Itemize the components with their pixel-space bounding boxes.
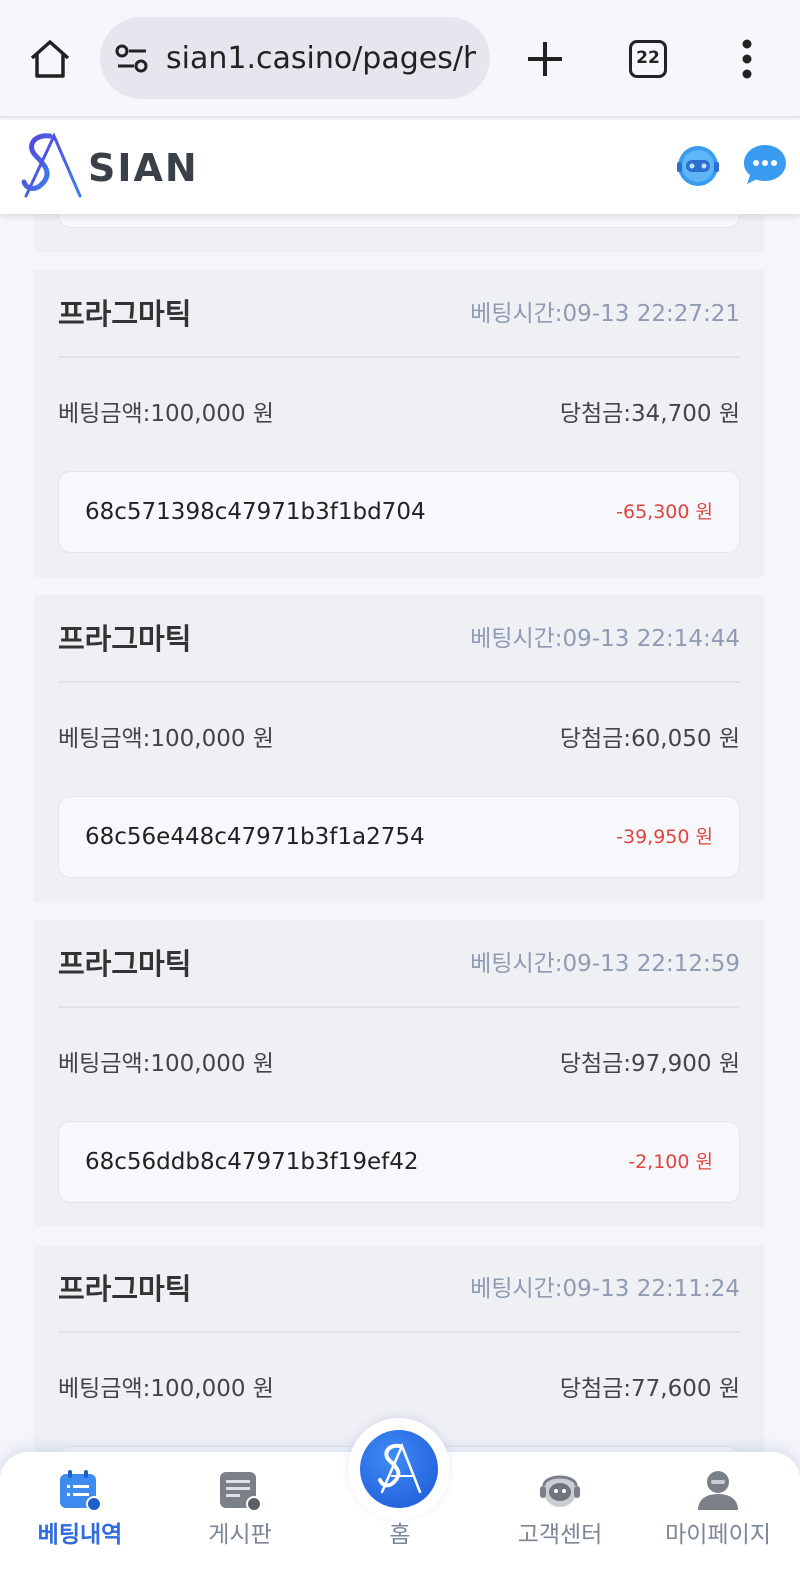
sian-logo-icon[interactable]	[20, 130, 84, 202]
transaction-box: 68c571398c47971b3f1bd704 -65,300 원	[58, 471, 740, 553]
betting-history-list[interactable]: 프라그마틱 베팅시간:09-13 22:27:21 베팅금액:100,000 원…	[0, 214, 800, 1454]
nav-item-betting-history[interactable]: 베팅내역	[10, 1452, 150, 1572]
home-button[interactable]	[348, 1418, 450, 1520]
win-amount: 당첨금:60,050 원	[559, 726, 740, 752]
my-page-icon	[696, 1468, 740, 1512]
bet-card[interactable]: 프라그마틱 베팅시간:09-13 22:12:59 베팅금액:100,000 원…	[34, 920, 764, 1227]
browser-home-icon[interactable]	[28, 38, 72, 80]
profit-loss: -65,300 원	[616, 501, 713, 523]
customer-center-icon	[538, 1468, 582, 1512]
card-divider	[58, 1331, 740, 1333]
chat-icon[interactable]	[742, 142, 788, 188]
browser-menu-icon[interactable]	[736, 38, 758, 80]
bet-time: 베팅시간:09-13 22:14:44	[470, 626, 740, 652]
card-divider	[58, 356, 740, 358]
nav-label: 마이페이지	[665, 1522, 771, 1548]
nav-label: 고객센터	[517, 1522, 603, 1548]
previous-card-id-box	[58, 214, 740, 228]
bet-amount: 베팅금액:100,000 원	[58, 401, 274, 427]
betting-history-icon	[58, 1468, 102, 1512]
site-header: SIAN	[0, 120, 800, 214]
nav-label: 홈	[389, 1522, 411, 1548]
card-divider	[58, 1006, 740, 1008]
card-divider	[58, 681, 740, 683]
provider-name: 프라그마틱	[58, 1272, 192, 1306]
transaction-id: 68c56e448c47971b3f1a2754	[85, 824, 425, 850]
transaction-id: 68c56ddb8c47971b3f19ef42	[85, 1149, 419, 1175]
provider-name: 프라그마틱	[58, 297, 192, 331]
provider-name: 프라그마틱	[58, 622, 192, 656]
nav-item-my-page[interactable]: 마이페이지	[648, 1452, 788, 1572]
bet-amount: 베팅금액:100,000 원	[58, 726, 274, 752]
bet-time: 베팅시간:09-13 22:12:59	[470, 951, 740, 977]
profit-loss: -39,950 원	[616, 826, 713, 848]
bet-amount: 베팅금액:100,000 원	[58, 1376, 274, 1402]
site-settings-icon[interactable]	[114, 41, 150, 77]
transaction-id: 68c571398c47971b3f1bd704	[85, 499, 426, 525]
home-logo-icon	[360, 1430, 438, 1508]
browser-toolbar: sian1.casino/pages/h 22	[0, 0, 800, 118]
site-logo-text[interactable]: SIAN	[88, 144, 199, 192]
nav-label: 게시판	[208, 1522, 272, 1548]
transaction-box: 68c56e448c47971b3f1a2754 -39,950 원	[58, 796, 740, 878]
win-amount: 당첨금:34,700 원	[559, 401, 740, 427]
previous-card-remnant	[34, 214, 764, 252]
nav-item-board[interactable]: 게시판	[170, 1452, 310, 1572]
provider-name: 프라그마틱	[58, 947, 192, 981]
win-amount: 당첨금:77,600 원	[559, 1376, 740, 1402]
transaction-box: 68c56ddb8c47971b3f19ef42 -2,100 원	[58, 1121, 740, 1203]
win-amount: 당첨금:97,900 원	[559, 1051, 740, 1077]
board-icon	[218, 1468, 262, 1512]
nav-label: 베팅내역	[37, 1522, 123, 1548]
tab-switcher-button[interactable]: 22	[629, 40, 667, 78]
bot-icon[interactable]	[674, 142, 722, 190]
profit-loss: -2,100 원	[628, 1151, 713, 1173]
bet-time: 베팅시간:09-13 22:27:21	[470, 301, 740, 327]
nav-item-customer-center[interactable]: 고객센터	[490, 1452, 630, 1572]
bet-card[interactable]: 프라그마틱 베팅시간:09-13 22:27:21 베팅금액:100,000 원…	[34, 270, 764, 577]
bet-amount: 베팅금액:100,000 원	[58, 1051, 274, 1077]
bet-time: 베팅시간:09-13 22:11:24	[470, 1276, 740, 1302]
bet-card[interactable]: 프라그마틱 베팅시간:09-13 22:14:44 베팅금액:100,000 원…	[34, 595, 764, 902]
new-tab-icon[interactable]	[524, 38, 566, 80]
url-text[interactable]: sian1.casino/pages/h	[166, 39, 476, 79]
address-bar[interactable]: sian1.casino/pages/h	[100, 17, 490, 99]
